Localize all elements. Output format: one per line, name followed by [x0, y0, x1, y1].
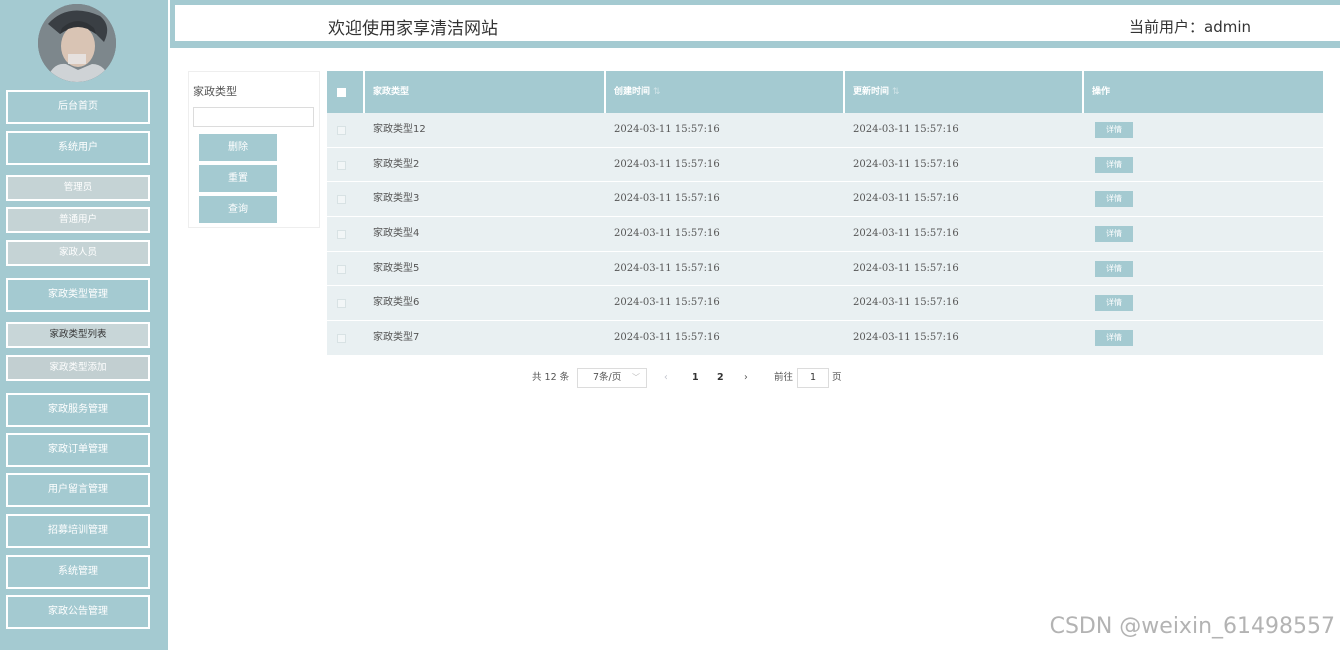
header-panel: 欢迎使用家享清洁网站 当前用户：admin: [174, 4, 1340, 42]
column-header-action: 操作: [1084, 71, 1323, 113]
site-title: 欢迎使用家享清洁网站: [328, 19, 498, 39]
cell-updated: 2024-03-11 15:57:16: [853, 124, 959, 135]
goto-page-input[interactable]: 1: [797, 368, 829, 388]
table-row: 家政类型3 2024-03-11 15:57:16 2024-03-11 15:57…: [327, 182, 1323, 218]
pagination-total: 共 12 条: [532, 372, 570, 383]
reset-button[interactable]: 重置: [199, 165, 277, 192]
table-row: 家政类型2 2024-03-11 15:57:16 2024-03-11 15:57…: [327, 147, 1323, 183]
cell-created: 2024-03-11 15:57:16: [614, 228, 720, 240]
sidebar-item-0[interactable]: 后台首页: [6, 90, 150, 124]
cell-type: 家政类型5: [373, 262, 420, 274]
sidebar-item-12[interactable]: 系统管理: [6, 555, 150, 589]
column-header-created-label: 创建时间: [614, 87, 651, 97]
sidebar-item-5[interactable]: 家政类型管理: [6, 278, 150, 312]
sidebar-item-13[interactable]: 家政公告管理: [6, 595, 150, 629]
cell-type: 家政类型12: [373, 124, 426, 135]
select-all-checkbox[interactable]: [337, 88, 346, 97]
table-body: 家政类型12 2024-03-11 15:57:16 2024-03-11 15:5…: [327, 113, 1323, 356]
sort-icon: ⇅: [892, 87, 900, 97]
column-header-updated[interactable]: 更新时间 ⇅: [845, 71, 1084, 113]
detail-button[interactable]: 详情: [1095, 156, 1133, 173]
row-checkbox[interactable]: [337, 334, 346, 344]
sidebar-item-9[interactable]: 家政订单管理: [6, 433, 150, 467]
column-header-created[interactable]: 创建时间 ⇅: [606, 71, 845, 113]
cell-created: 2024-03-11 15:57:16: [614, 124, 720, 135]
cell-updated: 2024-03-11 15:57:16: [853, 332, 959, 344]
cell-created: 2024-03-11 15:57:16: [614, 297, 720, 309]
page-number[interactable]: 1: [692, 368, 699, 388]
select-all-cell: [327, 71, 365, 113]
sidebar-item-8[interactable]: 家政服务管理: [6, 393, 150, 427]
row-checkbox[interactable]: [337, 264, 346, 274]
delete-button[interactable]: 删除: [199, 134, 277, 161]
avatar-image: [38, 4, 116, 82]
top-header: 欢迎使用家享清洁网站 当前用户：admin: [170, 0, 1340, 48]
detail-button[interactable]: 详情: [1095, 260, 1133, 277]
column-header-updated-label: 更新时间: [853, 87, 890, 97]
watermark: CSDN @weixin_61498557: [1049, 614, 1335, 639]
query-button[interactable]: 查询: [199, 196, 277, 223]
cell-type: 家政类型7: [373, 332, 420, 344]
page-size-select[interactable]: 7条/页 ﹀: [577, 368, 647, 388]
sidebar-item-11[interactable]: 招募培训管理: [6, 514, 150, 548]
search-panel: 家政类型 删除 重置 查询: [188, 71, 320, 228]
cell-created: 2024-03-11 15:57:16: [614, 158, 720, 170]
row-checkbox[interactable]: [337, 126, 346, 135]
search-input[interactable]: [193, 107, 314, 127]
sidebar-item-10[interactable]: 用户留言管理: [6, 473, 150, 507]
column-header-action-label: 操作: [1092, 87, 1111, 97]
table-row: 家政类型4 2024-03-11 15:57:16 2024-03-11 15:57…: [327, 217, 1323, 252]
cell-created: 2024-03-11 15:57:16: [614, 193, 720, 205]
chevron-down-icon: ﹀: [632, 373, 640, 382]
cell-updated: 2024-03-11 15:57:16: [853, 193, 959, 205]
goto-label: 前往: [774, 372, 794, 383]
cell-type: 家政类型3: [373, 193, 420, 205]
sidebar-subitem-2[interactable]: 管理员: [6, 175, 150, 201]
row-checkbox[interactable]: [337, 230, 346, 240]
cell-updated: 2024-03-11 15:57:16: [853, 158, 959, 170]
sidebar: 后台首页系统用户管理员普通用户家政人员家政类型管理家政类型列表 家政类型添加家政服…: [0, 0, 168, 650]
table-row: 家政类型7 2024-03-11 15:57:16 2024-03-11 15:57…: [327, 321, 1323, 356]
table-row: 家政类型5 2024-03-11 15:57:16 2024-03-11 15:57…: [327, 251, 1323, 287]
table-row: 家政类型12 2024-03-11 15:57:16 2024-03-11 15:5…: [327, 113, 1323, 148]
row-checkbox[interactable]: [337, 160, 346, 170]
page-suffix: 页: [832, 372, 842, 383]
cell-updated: 2024-03-11 15:57:16: [853, 297, 959, 309]
avatar: [38, 4, 116, 82]
detail-button[interactable]: 详情: [1095, 122, 1133, 138]
detail-button[interactable]: 详情: [1095, 295, 1133, 312]
cell-type: 家政类型4: [373, 228, 420, 240]
prev-page-icon[interactable]: ‹: [664, 368, 668, 388]
sort-icon: ⇅: [653, 87, 661, 97]
current-user-label: 当前用户：admin: [1129, 18, 1252, 36]
data-table: 家政类型 创建时间 ⇅ 更新时间 ⇅ 操作 家政类型12 2024-03-11 15:…: [327, 71, 1323, 356]
search-label: 家政类型: [193, 85, 237, 98]
table-row: 家政类型6 2024-03-11 15:57:16 2024-03-11 15:57…: [327, 286, 1323, 322]
table-header: 家政类型 创建时间 ⇅ 更新时间 ⇅ 操作: [327, 71, 1323, 113]
sidebar-item-1[interactable]: 系统用户: [6, 131, 150, 165]
column-header-type-label: 家政类型: [373, 87, 410, 97]
cell-type: 家政类型6: [373, 297, 420, 309]
row-checkbox[interactable]: [337, 299, 346, 309]
sidebar-subitem-7[interactable]: 家政类型添加: [6, 355, 150, 381]
detail-button[interactable]: 详情: [1095, 226, 1133, 243]
page-size-value: 7条/页: [593, 372, 622, 383]
page-number[interactable]: 2: [717, 368, 724, 388]
detail-button[interactable]: 详情: [1095, 191, 1133, 208]
detail-button[interactable]: 详情: [1095, 330, 1133, 347]
sidebar-subitem-4[interactable]: 家政人员: [6, 240, 150, 266]
cell-updated: 2024-03-11 15:57:16: [853, 262, 959, 274]
cell-type: 家政类型2: [373, 158, 420, 170]
row-checkbox[interactable]: [337, 195, 346, 205]
cell-created: 2024-03-11 15:57:16: [614, 332, 720, 344]
sidebar-subitem-3[interactable]: 普通用户: [6, 207, 150, 233]
sidebar-subitem-6[interactable]: 家政类型列表: [6, 322, 150, 348]
column-header-type[interactable]: 家政类型: [365, 71, 606, 113]
cell-updated: 2024-03-11 15:57:16: [853, 228, 959, 240]
next-page-icon[interactable]: ›: [744, 368, 748, 388]
cell-created: 2024-03-11 15:57:16: [614, 262, 720, 274]
